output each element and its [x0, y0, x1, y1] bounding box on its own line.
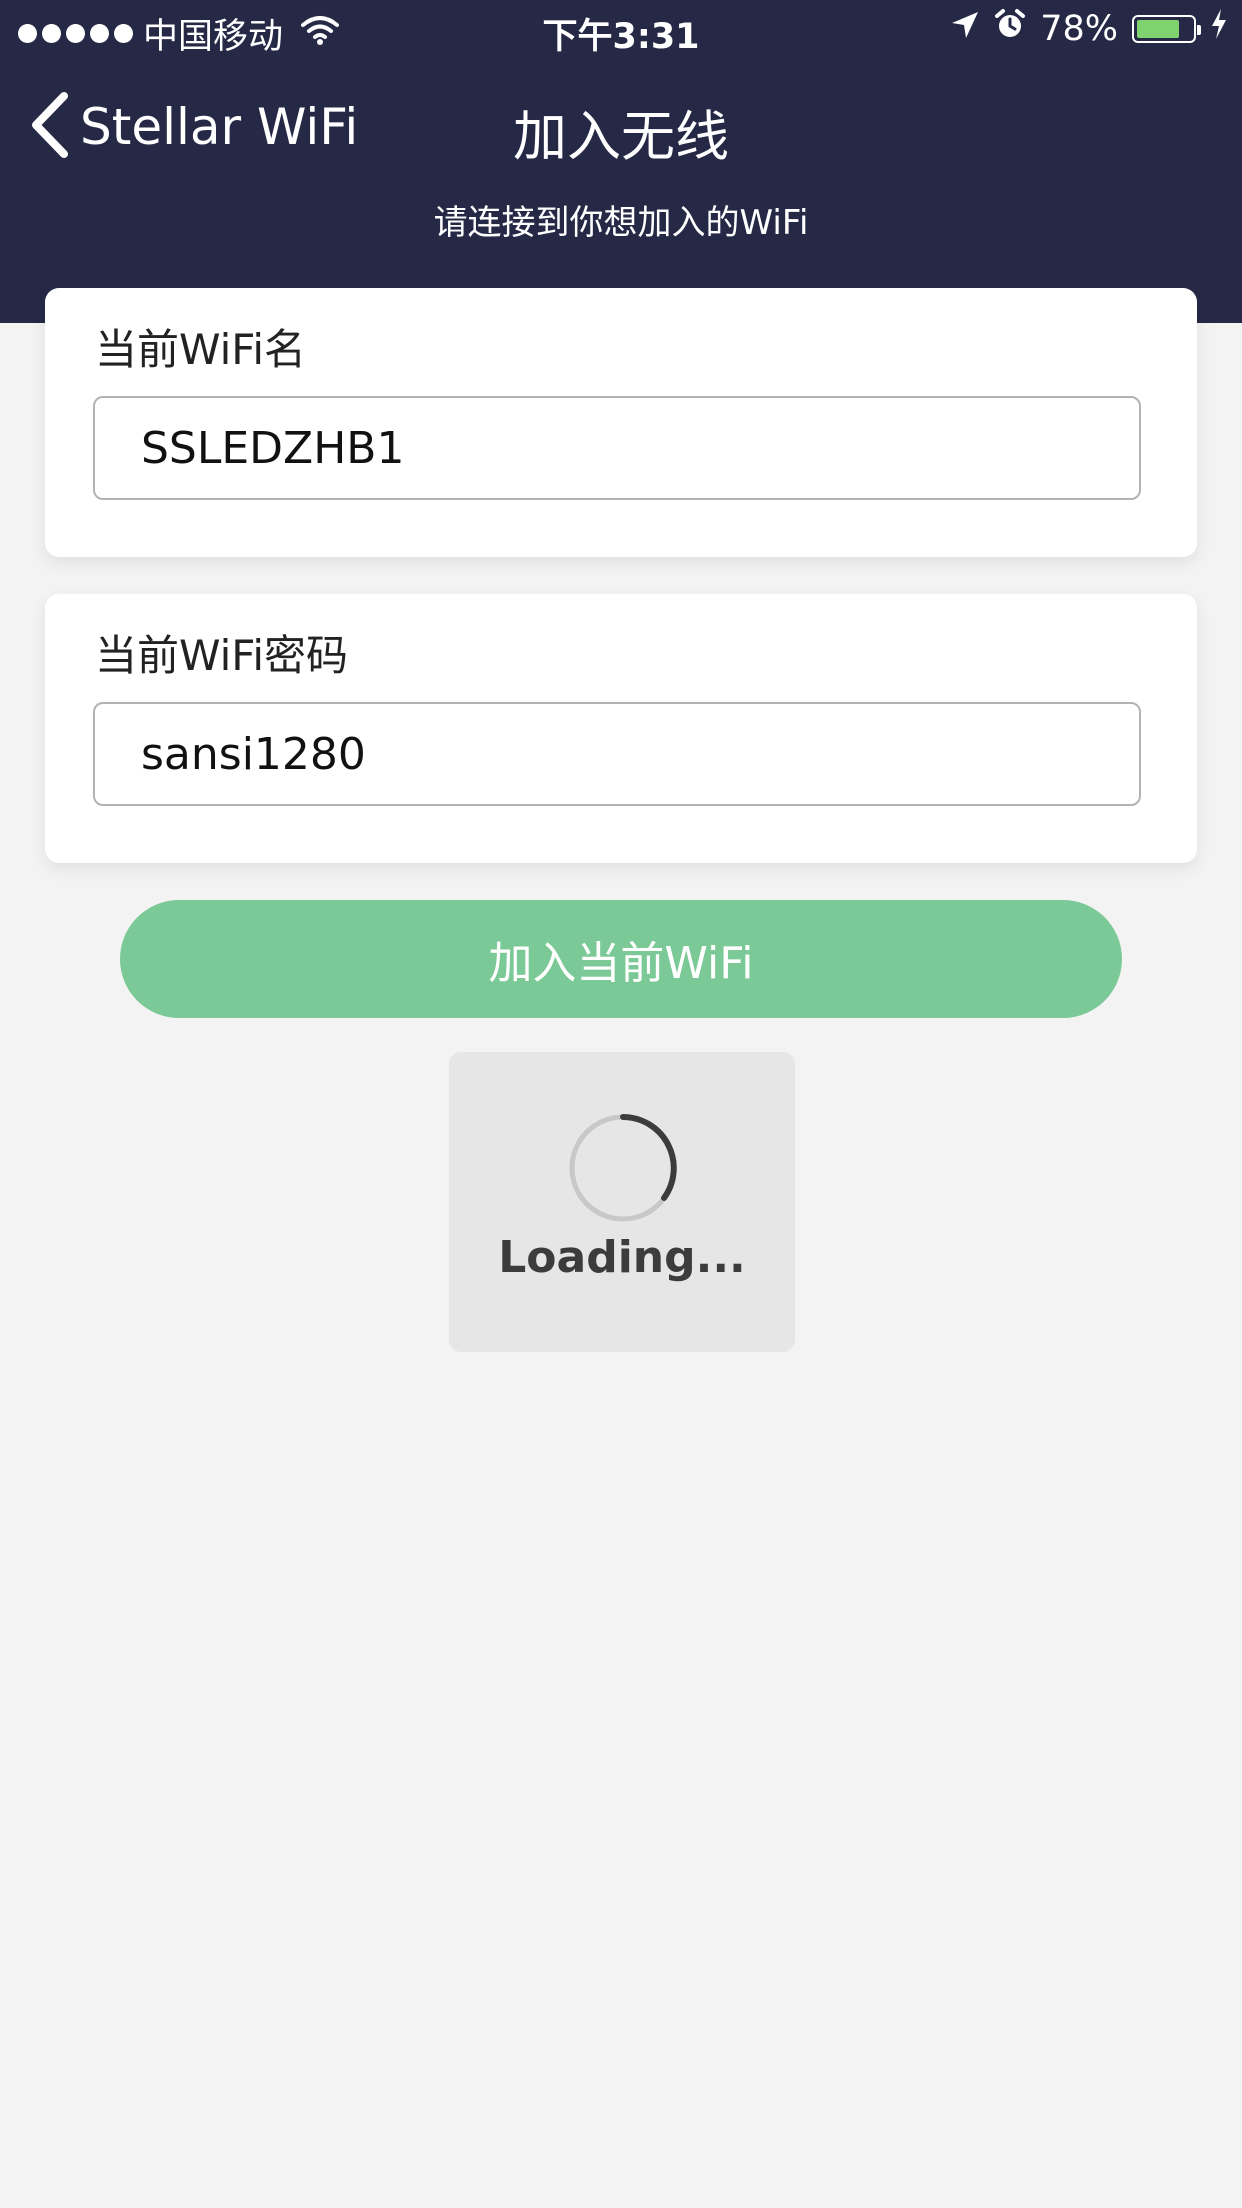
join-wifi-button[interactable]: 加入当前WiFi: [120, 900, 1122, 1018]
battery-icon: [1132, 14, 1201, 43]
spinner-icon: [567, 1112, 679, 1228]
page-subtitle: 请连接到你想加入的WiFi: [433, 203, 809, 243]
ssid-value: SSLEDZHB1: [141, 422, 405, 474]
password-label: 当前WiFi密码: [95, 631, 349, 680]
ssid-label: 当前WiFi名: [95, 325, 307, 374]
ssid-input[interactable]: SSLEDZHB1: [93, 396, 1141, 500]
battery-level-fill: [1137, 19, 1179, 38]
alarm-icon: [994, 8, 1026, 49]
battery-percent: 78%: [1040, 8, 1118, 49]
status-bar: 中国移动 下午3:31 78%: [0, 0, 1242, 62]
password-input[interactable]: sansi1280: [93, 702, 1141, 806]
navigation-bar: Stellar WiFi 加入无线: [0, 62, 1242, 192]
loading-text: Loading...: [498, 1232, 746, 1283]
ssid-card: 当前WiFi名 SSLEDZHB1: [45, 288, 1197, 557]
page-title: 加入无线: [513, 105, 729, 168]
password-value: sansi1280: [141, 728, 366, 780]
status-right: 78%: [950, 8, 1228, 49]
location-arrow-icon: [950, 9, 980, 49]
password-card: 当前WiFi密码 sansi1280: [45, 594, 1197, 863]
charging-bolt-icon: [1210, 8, 1228, 49]
loading-overlay: Loading...: [449, 1052, 795, 1352]
